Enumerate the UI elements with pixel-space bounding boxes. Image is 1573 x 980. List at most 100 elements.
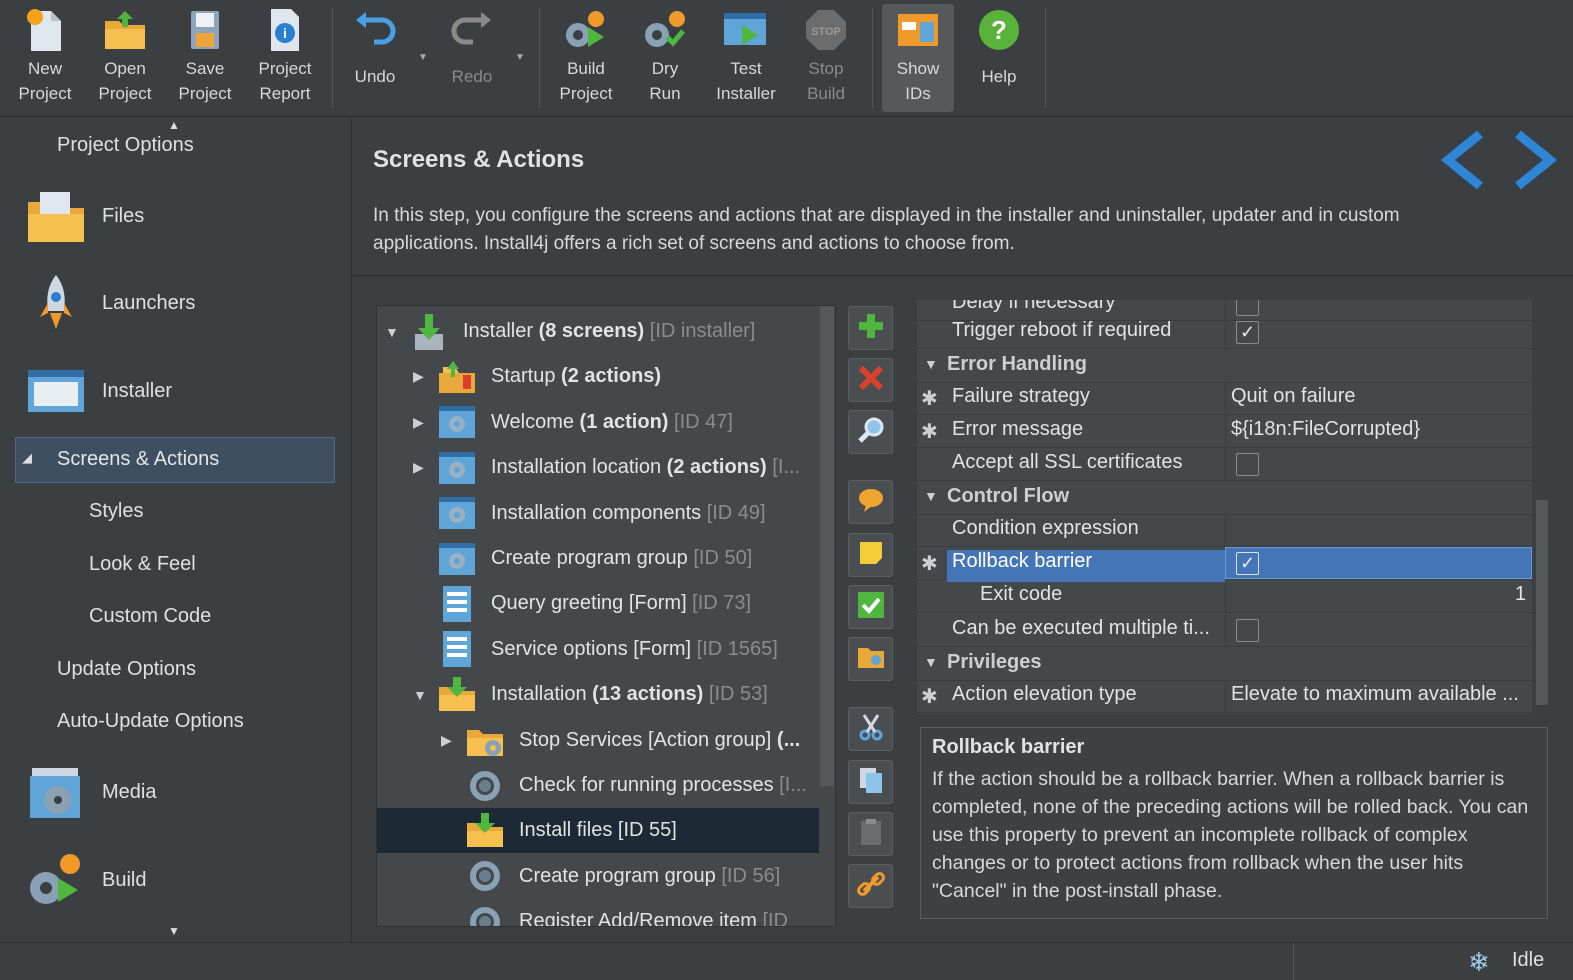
prop-row-rollback-barrier[interactable]: ✱ Rollback barrier ✓ [917, 547, 1532, 582]
property-grid[interactable]: Delay if necessary Trigger reboot if req… [917, 300, 1532, 714]
add-button[interactable] [848, 306, 893, 350]
tree-node-label: Installer (8 screens) [ID installer] [463, 320, 756, 342]
sidebar-item-files[interactable]: Files [24, 184, 144, 248]
checkmark-icon [856, 590, 886, 625]
prop-row-accept-ssl[interactable]: Accept all SSL certificates [917, 448, 1532, 481]
undo-button[interactable]: Undo [340, 4, 410, 112]
build-gear-icon [562, 4, 610, 56]
prop-row-error-message[interactable]: ✱ Error message ${i18n:FileCorrupted} [917, 415, 1532, 448]
tree-node[interactable]: ▶ Stop Services [Action group] (... [377, 718, 819, 763]
tree-node[interactable]: Install files [ID 55] [377, 808, 819, 854]
collapse-arrow-icon[interactable]: ▼ [385, 324, 399, 340]
collapse-arrow-icon[interactable]: ▼ [413, 687, 427, 703]
tree-node-label: Create program group [ID 50] [491, 547, 753, 569]
comment-button[interactable] [848, 480, 893, 524]
find-folder-button[interactable] [848, 637, 893, 681]
floppy-disk-icon [181, 4, 229, 56]
forward-arrow-icon[interactable] [1508, 130, 1558, 195]
action-gear-icon [465, 766, 505, 806]
test-installer-button[interactable]: Test Installer [708, 4, 784, 112]
expand-arrow-icon[interactable]: ▶ [413, 459, 427, 476]
sidebar-item-project-options[interactable]: Project Options [57, 134, 194, 157]
collapse-triangle-icon[interactable]: ◢ [22, 450, 32, 466]
check-button[interactable] [848, 585, 893, 629]
sidebar-item-styles[interactable]: Styles [89, 500, 143, 523]
prop-row-exit-code[interactable]: Exit code 1 [917, 580, 1532, 613]
sidebar-item-media[interactable]: Media [24, 760, 156, 824]
screen-gear-icon [437, 448, 477, 488]
tree-node[interactable]: Service options [Form] [ID 1565] [377, 627, 819, 672]
expand-triangle-icon[interactable]: ▼ [924, 488, 938, 504]
help-question-icon: ? [975, 4, 1023, 56]
sidebar-item-auto-update-options[interactable]: Auto-Update Options [57, 710, 244, 733]
back-arrow-icon[interactable] [1440, 130, 1490, 195]
tree-node[interactable]: Create program group [ID 56] [377, 854, 819, 899]
help-button[interactable]: ? Help [963, 4, 1035, 112]
scroll-down-icon[interactable]: ▼ [168, 924, 180, 938]
tree-node[interactable]: ▶ Welcome (1 action) [ID 47] [377, 400, 819, 445]
prop-row-elevation[interactable]: ✱ Action elevation type Elevate to maxim… [917, 680, 1532, 713]
multiple-checkbox[interactable] [1236, 619, 1259, 642]
sidebar-item-update-options[interactable]: Update Options [57, 658, 196, 681]
delay-checkbox[interactable] [1236, 300, 1259, 316]
prop-row-multiple[interactable]: Can be executed multiple ti... [917, 614, 1532, 647]
sidebar-item-custom-code[interactable]: Custom Code [89, 605, 211, 628]
save-project-button[interactable]: Save Project [170, 4, 240, 112]
sidebar-item-screens-actions[interactable]: ◢ Screens & Actions [15, 437, 335, 483]
link-button[interactable] [848, 864, 893, 908]
project-report-button[interactable]: i Project Report [250, 4, 320, 112]
accept-ssl-checkbox[interactable] [1236, 453, 1259, 476]
expand-arrow-icon[interactable]: ▶ [413, 414, 427, 431]
screens-actions-tree[interactable]: ▼ Installer (8 screens) [ID installer] ▶ St… [376, 305, 836, 927]
cut-button[interactable] [848, 707, 893, 751]
expand-triangle-icon[interactable]: ▼ [924, 654, 938, 670]
copy-button[interactable] [848, 760, 893, 804]
show-ids-button[interactable]: Show IDs [882, 4, 954, 112]
test-installer-icon [722, 4, 770, 56]
tree-node[interactable]: Query greeting [Form] [ID 73] [377, 581, 819, 626]
prop-row-failure-strategy[interactable]: ✱ Failure strategy Quit on failure [917, 382, 1532, 415]
toolbar-separator [539, 8, 540, 108]
tree-node[interactable]: Create program group [ID 50] [377, 536, 819, 581]
delete-button[interactable] [848, 358, 893, 402]
trigger-reboot-checkbox[interactable]: ✓ [1236, 321, 1259, 344]
section-privileges[interactable]: ▼ Privileges [917, 648, 1532, 681]
undo-dropdown-icon[interactable]: ▼ [418, 52, 428, 63]
new-project-button[interactable]: New Project [10, 4, 80, 112]
redo-dropdown-icon[interactable]: ▼ [515, 52, 525, 63]
redo-button[interactable]: Redo [437, 4, 507, 112]
stop-build-button[interactable]: STOP Stop Build [790, 4, 862, 112]
tree-node[interactable]: Installation components [ID 49] [377, 491, 819, 536]
expand-arrow-icon[interactable]: ▶ [441, 732, 455, 749]
tree-node[interactable]: ▼ Installer (8 screens) [ID installer] [377, 309, 819, 354]
search-button[interactable] [848, 410, 893, 454]
tree-scrollbar[interactable] [820, 306, 834, 786]
tree-node-label: Installation (13 actions) [ID 53] [491, 683, 768, 706]
sidebar-item-look-feel[interactable]: Look & Feel [89, 553, 196, 576]
tree-node[interactable]: ▼ Installation (13 actions) [ID 53] [377, 672, 819, 717]
open-project-button[interactable]: Open Project [90, 4, 160, 112]
tree-node[interactable]: Check for running processes [I... [377, 763, 819, 808]
dry-run-gear-icon [641, 4, 689, 56]
toolbar: New Project Open Project Save Project i … [0, 0, 1573, 117]
scroll-up-icon[interactable]: ▲ [168, 118, 180, 132]
section-control-flow[interactable]: ▼ Control Flow [917, 482, 1532, 515]
sidebar-item-build[interactable]: Build [24, 848, 146, 912]
note-button[interactable] [848, 533, 893, 577]
dry-run-button[interactable]: Dry Run [630, 4, 700, 112]
build-project-button[interactable]: Build Project [550, 4, 622, 112]
prop-row-condition[interactable]: Condition expression [917, 514, 1532, 547]
tree-node[interactable]: ▶ Startup (2 actions) [377, 354, 819, 399]
rollback-checkbox[interactable]: ✓ [1236, 552, 1259, 575]
expand-triangle-icon[interactable]: ▼ [924, 356, 938, 372]
section-error-handling[interactable]: ▼ Error Handling [917, 350, 1532, 383]
tree-node[interactable]: Register Add/Remove item [ID [377, 899, 819, 926]
media-disc-icon [24, 760, 88, 824]
sidebar-item-installer[interactable]: Installer [24, 359, 172, 423]
paste-button[interactable] [848, 812, 893, 856]
tree-node[interactable]: ▶ Installation location (2 actions) [I... [377, 445, 819, 490]
prop-row-trigger-reboot[interactable]: Trigger reboot if required ✓ [917, 316, 1532, 349]
properties-scrollbar[interactable] [1536, 500, 1548, 705]
expand-arrow-icon[interactable]: ▶ [413, 368, 427, 385]
sidebar-item-launchers[interactable]: Launchers [24, 271, 195, 335]
